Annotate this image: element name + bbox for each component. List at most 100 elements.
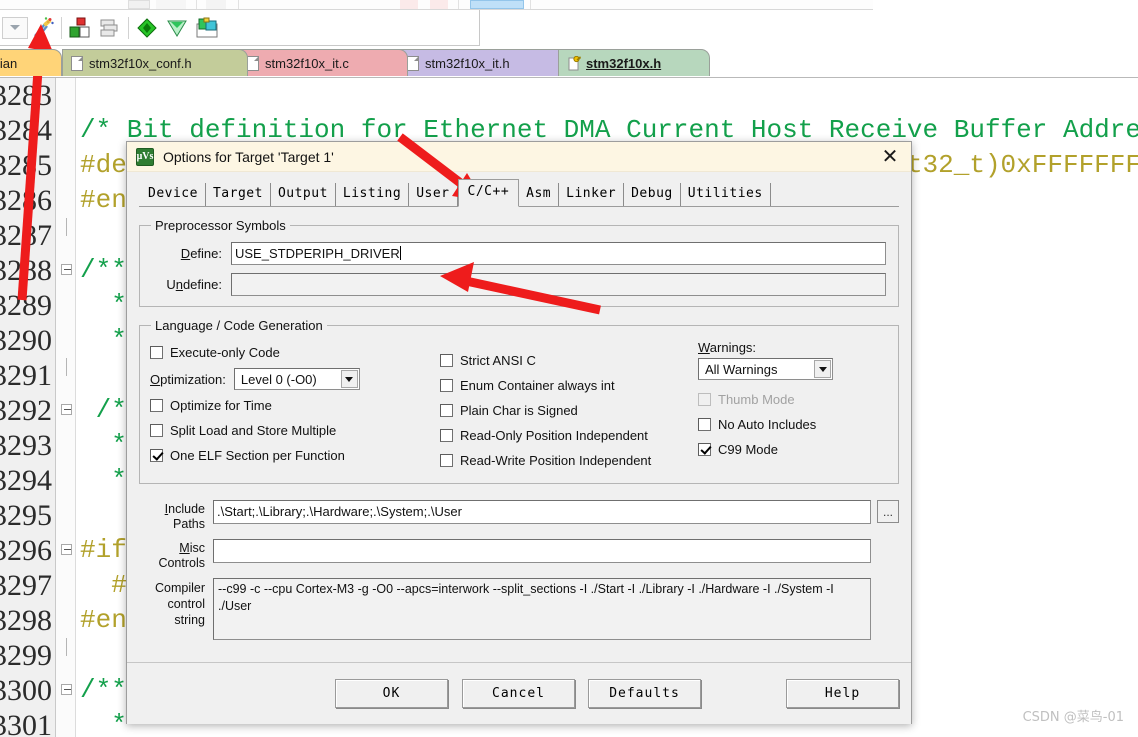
checkbox-box [150, 424, 163, 437]
configuration-wizard-button[interactable] [28, 14, 58, 42]
manage-run-time-environment-button[interactable] [192, 14, 222, 42]
dialog-tab-linker[interactable]: Linker [559, 183, 625, 206]
optimization-value: Level 0 (-O0) [240, 371, 317, 387]
c99-mode-checkbox[interactable]: C99 Mode [698, 437, 870, 462]
language-column-2: Strict ANSI C Enum Container always int … [440, 340, 690, 473]
code-line: 3283 [0, 78, 1138, 113]
file-tab-stm32f10x-it-c[interactable]: stm32f10x_it.c [238, 49, 408, 76]
line-number: 3296 [0, 534, 52, 567]
dialog-tab-target[interactable]: Target [206, 183, 271, 206]
toolbar-divider [61, 16, 62, 39]
warnings-label: Warnings: [698, 340, 757, 355]
build-target-button[interactable] [65, 14, 95, 42]
checkbox-box [440, 454, 453, 467]
optimization-combo[interactable]: Level 0 (-O0) [233, 368, 360, 390]
options-for-target-button[interactable] [132, 14, 162, 42]
include-paths-input[interactable]: .\Start;.\Library;.\Hardware;.\System;.\… [213, 500, 871, 524]
one-elf-section-per-function-checkbox[interactable]: One ELF Section per Function [150, 443, 440, 468]
batch-build-icon [100, 19, 118, 36]
define-input[interactable]: USE_STDPERIPH_DRIVER [231, 242, 886, 265]
misc-controls-input[interactable] [213, 539, 871, 563]
checkbox-box [440, 404, 453, 417]
dialog-tab-device[interactable]: Device [141, 183, 206, 206]
checkbox-label: Plain Char is Signed [460, 403, 578, 418]
misc-controls-row: Misc Controls [139, 539, 899, 571]
checkbox-label: Optimize for Time [170, 398, 272, 413]
chevron-down-icon[interactable] [814, 360, 831, 378]
checkbox-box [150, 399, 163, 412]
include-paths-label: IIncludencludePaths [164, 502, 205, 531]
line-number: 3284 [0, 114, 52, 147]
line-number: 3287 [0, 219, 52, 252]
dialog-tab-utilities[interactable]: Utilities [681, 183, 771, 206]
no-auto-includes-checkbox[interactable]: No Auto Includes [698, 412, 870, 437]
include-paths-row: IIncludencludePaths .\Start;.\Library;.\… [139, 500, 899, 532]
read-only-position-independent-checkbox[interactable]: Read-Only Position Independent [440, 423, 690, 448]
dialog-tab-output[interactable]: Output [271, 183, 336, 206]
toolbar-dropdown-button[interactable] [2, 16, 28, 39]
plain-char-is-signed-checkbox[interactable]: Plain Char is Signed [440, 398, 690, 423]
line-number: 3283 [0, 79, 52, 112]
batch-build-button[interactable] [95, 14, 125, 42]
fold-guide-tick [66, 638, 67, 656]
optimization-label: Optimization: [150, 371, 226, 387]
dialog-tab-asm[interactable]: Asm [519, 183, 560, 206]
preprocessor-symbols-group: Preprocessor Symbols Define: USE_STDPERI… [139, 218, 899, 307]
language-code-generation-label: Language / Code Generation [151, 318, 327, 333]
browse-include-paths-button[interactable]: ... [877, 500, 899, 523]
warnings-combo[interactable]: All Warnings [698, 358, 833, 380]
checkbox-label: Read-Write Position Independent [460, 453, 652, 468]
main-toolbar [0, 10, 480, 46]
thumb-mode-checkbox: Thumb Mode [698, 387, 870, 412]
manage-project-items-button[interactable] [162, 14, 192, 42]
checkbox-label: One ELF Section per Function [170, 448, 345, 463]
key-file-icon [567, 55, 581, 71]
undefine-input[interactable] [231, 273, 886, 296]
fold-guide-tick [66, 358, 67, 376]
code-text: * [80, 430, 127, 460]
file-tab-bar: mian stm32f10x_conf.h stm32f10x_it.c stm32f… [0, 46, 1138, 78]
line-number: 3297 [0, 569, 52, 602]
toolbar-divider [128, 16, 129, 39]
compiler-control-string-value: --c99 -c --cpu Cortex-M3 -g -O0 --apcs=i… [213, 578, 871, 640]
read-write-position-independent-checkbox[interactable]: Read-Write Position Independent [440, 448, 690, 473]
undefine-row: Undefine: [152, 273, 886, 296]
file-icon [71, 55, 83, 71]
file-tab-stm32f10x-conf-h[interactable]: stm32f10x_conf.h [62, 49, 248, 76]
file-tab-mian[interactable]: mian [0, 49, 62, 76]
dialog-tab-listing[interactable]: Listing [336, 183, 410, 206]
dialog-tab-user[interactable]: User [409, 183, 458, 206]
split-load-and-store-multiple-checkbox[interactable]: Split Load and Store Multiple [150, 418, 440, 443]
checkbox-box [698, 418, 711, 431]
help-button[interactable]: Help [786, 679, 899, 708]
line-number: 3300 [0, 674, 52, 707]
enum-container-always-int-checkbox[interactable]: Enum Container always int [440, 373, 690, 398]
checkbox-label: Split Load and Store Multiple [170, 423, 337, 438]
optimize-for-time-checkbox[interactable]: Optimize for Time [150, 393, 440, 418]
fold-toggle-icon[interactable] [61, 264, 72, 275]
dialog-tab-debug[interactable]: Debug [624, 183, 681, 206]
dialog-tab-c-c++[interactable]: C/C++ [457, 179, 520, 207]
fold-toggle-icon[interactable] [61, 404, 72, 415]
ok-button[interactable]: OK [335, 679, 448, 708]
defaults-button[interactable]: Defaults [588, 679, 701, 708]
warnings-value: All Warnings [705, 361, 778, 377]
chevron-down-icon[interactable] [340, 370, 358, 388]
fold-guide-tick [66, 218, 67, 236]
execute-only-code-checkbox[interactable]: Execute-only Code [150, 340, 440, 365]
file-tab-stm32f10x-it-h[interactable]: stm32f10x_it.h [398, 49, 568, 76]
file-icon [407, 55, 419, 71]
language-column-3: Warnings: All Warnings Thumb Mode No Aut… [690, 340, 870, 473]
fold-toggle-icon[interactable] [61, 544, 72, 555]
define-value: USE_STDPERIPH_DRIVER [235, 246, 400, 261]
fold-toggle-icon[interactable] [61, 684, 72, 695]
compiler-control-string-label: Compiler control string [154, 581, 205, 627]
optimization-row: Optimization: Level 0 (-O0) [150, 365, 440, 393]
strict-ansi-c-checkbox[interactable]: Strict ANSI C [440, 348, 690, 373]
line-number: 3288 [0, 254, 52, 287]
cancel-button[interactable]: Cancel [462, 679, 575, 708]
file-tab-stm32f10x-h[interactable]: stm32f10x.h [558, 49, 710, 76]
checkbox-box [698, 443, 711, 456]
dialog-body: Device Target Output Listing User C/C++ Asm Lin… [127, 172, 911, 724]
close-icon[interactable]: ✕ [873, 143, 907, 171]
